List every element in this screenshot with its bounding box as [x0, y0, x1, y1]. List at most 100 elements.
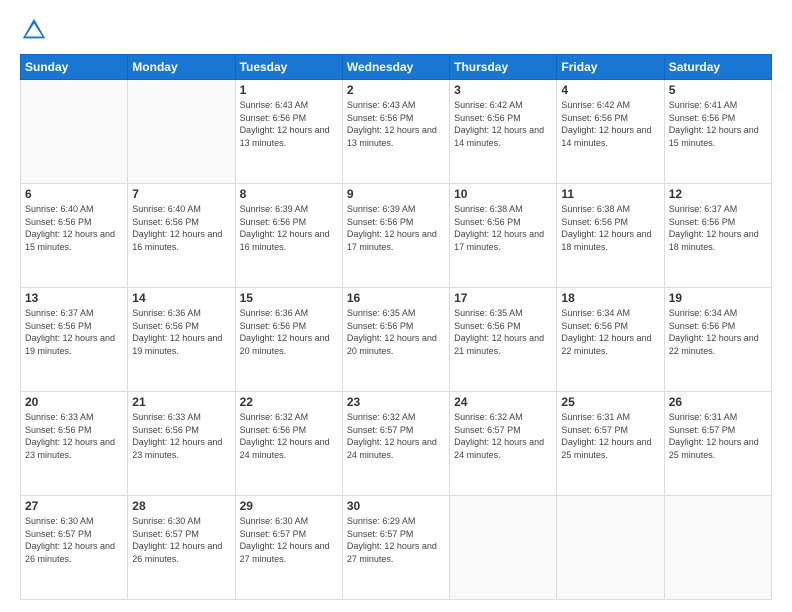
day-number: 19 — [669, 291, 767, 305]
calendar-day-cell: 24 Sunrise: 6:32 AM Sunset: 6:57 PM Dayli… — [450, 392, 557, 496]
day-number: 30 — [347, 499, 445, 513]
day-info: Sunrise: 6:30 AM Sunset: 6:57 PM Dayligh… — [240, 515, 338, 565]
calendar-day-cell — [21, 80, 128, 184]
calendar-week-row: 13 Sunrise: 6:37 AM Sunset: 6:56 PM Dayli… — [21, 288, 772, 392]
day-number: 20 — [25, 395, 123, 409]
calendar-day-cell: 27 Sunrise: 6:30 AM Sunset: 6:57 PM Dayli… — [21, 496, 128, 600]
calendar-day-cell: 10 Sunrise: 6:38 AM Sunset: 6:56 PM Dayli… — [450, 184, 557, 288]
day-info: Sunrise: 6:34 AM Sunset: 6:56 PM Dayligh… — [669, 307, 767, 357]
calendar-day-cell: 11 Sunrise: 6:38 AM Sunset: 6:56 PM Dayli… — [557, 184, 664, 288]
calendar-day-cell: 5Sunrise: 6:41 AM Sunset: 6:56 PM Daylig… — [664, 80, 771, 184]
day-info: Sunrise: 6:36 AM Sunset: 6:56 PM Dayligh… — [132, 307, 230, 357]
calendar-day-cell: 28 Sunrise: 6:30 AM Sunset: 6:57 PM Dayli… — [128, 496, 235, 600]
day-number: 27 — [25, 499, 123, 513]
day-number: 29 — [240, 499, 338, 513]
day-info: Sunrise: 6:31 AM Sunset: 6:57 PM Dayligh… — [561, 411, 659, 461]
day-number: 26 — [669, 395, 767, 409]
calendar-day-cell: 8Sunrise: 6:39 AM Sunset: 6:56 PM Daylig… — [235, 184, 342, 288]
calendar-day-cell: 23Sunrise: 6:32 AM Sunset: 6:57 PM Dayli… — [342, 392, 449, 496]
day-info: Sunrise: 6:43 AM Sunset: 6:56 PM Dayligh… — [347, 99, 445, 149]
calendar-week-row: 27 Sunrise: 6:30 AM Sunset: 6:57 PM Dayli… — [21, 496, 772, 600]
day-number: 6 — [25, 187, 123, 201]
calendar-day-cell: 16 Sunrise: 6:35 AM Sunset: 6:56 PM Dayli… — [342, 288, 449, 392]
day-number: 21 — [132, 395, 230, 409]
day-info: Sunrise: 6:33 AM Sunset: 6:56 PM Dayligh… — [25, 411, 123, 461]
calendar-week-row: 6 Sunrise: 6:40 AM Sunset: 6:56 PM Daylig… — [21, 184, 772, 288]
day-info: Sunrise: 6:38 AM Sunset: 6:56 PM Dayligh… — [561, 203, 659, 253]
calendar-day-cell — [557, 496, 664, 600]
calendar-day-cell: 17Sunrise: 6:35 AM Sunset: 6:56 PM Dayli… — [450, 288, 557, 392]
day-number: 11 — [561, 187, 659, 201]
calendar-day-cell: 20 Sunrise: 6:33 AM Sunset: 6:56 PM Dayli… — [21, 392, 128, 496]
header — [20, 16, 772, 44]
day-info: Sunrise: 6:32 AM Sunset: 6:56 PM Dayligh… — [240, 411, 338, 461]
weekday-header: Monday — [128, 55, 235, 80]
day-number: 8 — [240, 187, 338, 201]
day-number: 2 — [347, 83, 445, 97]
calendar-day-cell: 2 Sunrise: 6:43 AM Sunset: 6:56 PM Daylig… — [342, 80, 449, 184]
day-info: Sunrise: 6:29 AM Sunset: 6:57 PM Dayligh… — [347, 515, 445, 565]
day-info: Sunrise: 6:32 AM Sunset: 6:57 PM Dayligh… — [347, 411, 445, 461]
day-number: 9 — [347, 187, 445, 201]
day-info: Sunrise: 6:40 AM Sunset: 6:56 PM Dayligh… — [132, 203, 230, 253]
day-info: Sunrise: 6:37 AM Sunset: 6:56 PM Dayligh… — [25, 307, 123, 357]
day-number: 18 — [561, 291, 659, 305]
day-info: Sunrise: 6:38 AM Sunset: 6:56 PM Dayligh… — [454, 203, 552, 253]
calendar-day-cell: 13 Sunrise: 6:37 AM Sunset: 6:56 PM Dayli… — [21, 288, 128, 392]
calendar-day-cell: 7 Sunrise: 6:40 AM Sunset: 6:56 PM Daylig… — [128, 184, 235, 288]
day-number: 13 — [25, 291, 123, 305]
calendar-header-row: SundayMondayTuesdayWednesdayThursdayFrid… — [21, 55, 772, 80]
day-info: Sunrise: 6:30 AM Sunset: 6:57 PM Dayligh… — [132, 515, 230, 565]
calendar-day-cell — [664, 496, 771, 600]
calendar-day-cell: 15 Sunrise: 6:36 AM Sunset: 6:56 PM Dayli… — [235, 288, 342, 392]
day-number: 22 — [240, 395, 338, 409]
calendar-week-row: 20 Sunrise: 6:33 AM Sunset: 6:56 PM Dayli… — [21, 392, 772, 496]
calendar-day-cell: 1 Sunrise: 6:43 AM Sunset: 6:56 PM Daylig… — [235, 80, 342, 184]
day-info: Sunrise: 6:35 AM Sunset: 6:56 PM Dayligh… — [347, 307, 445, 357]
day-info: Sunrise: 6:35 AM Sunset: 6:56 PM Dayligh… — [454, 307, 552, 357]
day-info: Sunrise: 6:33 AM Sunset: 6:56 PM Dayligh… — [132, 411, 230, 461]
calendar-day-cell: 3 Sunrise: 6:42 AM Sunset: 6:56 PM Daylig… — [450, 80, 557, 184]
calendar-day-cell: 29 Sunrise: 6:30 AM Sunset: 6:57 PM Dayli… — [235, 496, 342, 600]
calendar-table: SundayMondayTuesdayWednesdayThursdayFrid… — [20, 54, 772, 600]
calendar-day-cell: 18Sunrise: 6:34 AM Sunset: 6:56 PM Dayli… — [557, 288, 664, 392]
calendar-day-cell: 12 Sunrise: 6:37 AM Sunset: 6:56 PM Dayli… — [664, 184, 771, 288]
day-number: 14 — [132, 291, 230, 305]
day-number: 10 — [454, 187, 552, 201]
day-number: 15 — [240, 291, 338, 305]
day-info: Sunrise: 6:36 AM Sunset: 6:56 PM Dayligh… — [240, 307, 338, 357]
day-info: Sunrise: 6:32 AM Sunset: 6:57 PM Dayligh… — [454, 411, 552, 461]
logo — [20, 16, 52, 44]
day-info: Sunrise: 6:42 AM Sunset: 6:56 PM Dayligh… — [454, 99, 552, 149]
day-number: 28 — [132, 499, 230, 513]
day-info: Sunrise: 6:39 AM Sunset: 6:56 PM Dayligh… — [347, 203, 445, 253]
day-info: Sunrise: 6:43 AM Sunset: 6:56 PM Dayligh… — [240, 99, 338, 149]
calendar-week-row: 1 Sunrise: 6:43 AM Sunset: 6:56 PM Daylig… — [21, 80, 772, 184]
calendar-day-cell: 26 Sunrise: 6:31 AM Sunset: 6:57 PM Dayli… — [664, 392, 771, 496]
day-info: Sunrise: 6:30 AM Sunset: 6:57 PM Dayligh… — [25, 515, 123, 565]
weekday-header: Wednesday — [342, 55, 449, 80]
calendar-day-cell: 22 Sunrise: 6:32 AM Sunset: 6:56 PM Dayli… — [235, 392, 342, 496]
weekday-header: Tuesday — [235, 55, 342, 80]
day-number: 24 — [454, 395, 552, 409]
day-number: 12 — [669, 187, 767, 201]
calendar-day-cell: 25Sunrise: 6:31 AM Sunset: 6:57 PM Dayli… — [557, 392, 664, 496]
day-number: 3 — [454, 83, 552, 97]
weekday-header: Friday — [557, 55, 664, 80]
day-number: 4 — [561, 83, 659, 97]
day-number: 1 — [240, 83, 338, 97]
calendar-day-cell: 6Sunrise: 6:40 AM Sunset: 6:56 PM Daylig… — [21, 184, 128, 288]
weekday-header: Saturday — [664, 55, 771, 80]
calendar-day-cell — [450, 496, 557, 600]
calendar-day-cell: 14 Sunrise: 6:36 AM Sunset: 6:56 PM Dayli… — [128, 288, 235, 392]
calendar-day-cell: 9 Sunrise: 6:39 AM Sunset: 6:56 PM Daylig… — [342, 184, 449, 288]
logo-icon — [20, 16, 48, 44]
page: SundayMondayTuesdayWednesdayThursdayFrid… — [0, 0, 792, 612]
day-number: 7 — [132, 187, 230, 201]
day-number: 16 — [347, 291, 445, 305]
calendar-day-cell: 19 Sunrise: 6:34 AM Sunset: 6:56 PM Dayli… — [664, 288, 771, 392]
calendar-day-cell: 21 Sunrise: 6:33 AM Sunset: 6:56 PM Dayli… — [128, 392, 235, 496]
day-info: Sunrise: 6:41 AM Sunset: 6:56 PM Dayligh… — [669, 99, 767, 149]
day-info: Sunrise: 6:37 AM Sunset: 6:56 PM Dayligh… — [669, 203, 767, 253]
day-info: Sunrise: 6:31 AM Sunset: 6:57 PM Dayligh… — [669, 411, 767, 461]
